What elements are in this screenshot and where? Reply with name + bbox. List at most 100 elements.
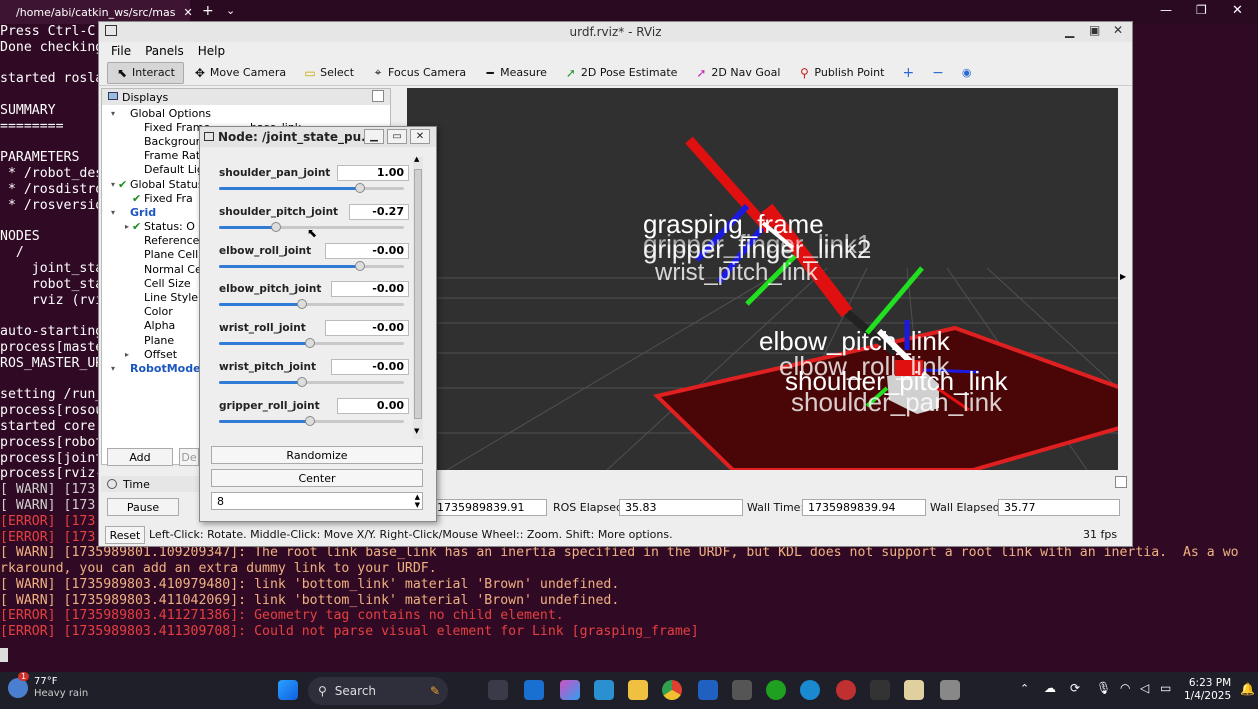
vscode-icon[interactable] <box>698 680 718 700</box>
joint-value-field[interactable]: -0.00 <box>325 242 409 259</box>
maximize-icon[interactable]: ▭ <box>387 129 407 144</box>
tray-chevron-icon[interactable]: ⌃ <box>1020 682 1029 695</box>
chrome-icon[interactable] <box>662 680 682 700</box>
tool-move-camera[interactable]: ✥ Move Camera <box>186 62 294 84</box>
windows-start-icon[interactable] <box>278 680 298 700</box>
terminal-icon[interactable] <box>870 680 890 700</box>
joint-value-field[interactable]: 0.00 <box>337 397 409 414</box>
joint-slider-handle[interactable] <box>304 338 315 349</box>
joint-slider[interactable] <box>219 415 404 426</box>
vscode-alt-icon[interactable] <box>594 680 614 700</box>
wall-elapsed-field[interactable]: 35.77 <box>998 499 1120 516</box>
menu-file[interactable]: File <box>111 44 131 58</box>
joint-slider-handle[interactable] <box>271 221 282 232</box>
copilot-icon[interactable] <box>560 680 580 700</box>
store-icon[interactable] <box>524 680 544 700</box>
add-display-button[interactable]: Add <box>107 448 173 466</box>
joint-slider[interactable] <box>219 299 404 310</box>
expand-arrow-icon[interactable]: ▸ <box>122 350 132 359</box>
joint-count-spinbox[interactable]: 8 ▲ ▼ <box>211 492 423 510</box>
rviz-taskbar-icon[interactable] <box>940 680 960 700</box>
volume-icon[interactable]: ◁ <box>1140 681 1149 695</box>
camera-icon[interactable]: ◉ <box>954 62 980 84</box>
joint-slider[interactable] <box>219 338 404 349</box>
wifi-icon[interactable]: ◠ <box>1120 681 1130 695</box>
reset-button[interactable]: Reset <box>105 526 145 544</box>
minus-icon[interactable]: − <box>924 62 952 84</box>
scroll-thumb[interactable] <box>414 169 422 419</box>
expand-arrow-icon[interactable]: ▾ <box>108 364 118 373</box>
new-tab-icon[interactable]: + <box>202 3 214 19</box>
notification-bell-icon[interactable]: 🔔 <box>1240 682 1255 696</box>
joint-value-field[interactable]: -0.27 <box>349 203 409 220</box>
davinci-icon[interactable] <box>836 680 856 700</box>
spin-arrows-icon[interactable]: ▲ ▼ <box>415 493 420 509</box>
unity-icon[interactable] <box>732 680 752 700</box>
joint-value-field[interactable]: 1.00 <box>337 165 409 181</box>
tool-publish-point[interactable]: ⚲ Publish Point <box>790 62 892 84</box>
joint-list-scrollbar[interactable]: ▲ ▼ <box>413 155 423 439</box>
chevron-down-icon[interactable]: ⌄ <box>226 4 235 17</box>
edge-icon[interactable] <box>800 680 820 700</box>
linux-icon[interactable] <box>904 680 924 700</box>
rviz-titlebar[interactable]: urdf.rviz* - RViz ▁ ▣ ✕ <box>99 22 1132 42</box>
time-undock-icon[interactable] <box>1115 476 1127 488</box>
scroll-up-icon[interactable]: ▲ <box>414 155 419 163</box>
tool-select[interactable]: ▭ Select <box>296 62 362 84</box>
cloud-icon[interactable]: ☁ <box>1044 681 1056 695</box>
xbox-icon[interactable] <box>766 680 786 700</box>
menu-panels[interactable]: Panels <box>145 44 184 58</box>
viewport-expand-icon[interactable]: ▶ <box>1120 272 1126 281</box>
task-view-icon[interactable] <box>488 680 508 700</box>
ros-elapsed-field[interactable]: 35.83 <box>619 499 743 516</box>
weather-widget[interactable]: 1 77°F Heavy rain <box>8 672 88 700</box>
undock-icon[interactable] <box>372 90 384 102</box>
restore-icon[interactable]: ❐ <box>1196 3 1207 17</box>
close-icon[interactable]: ✕ <box>410 129 430 144</box>
scroll-down-icon[interactable]: ▼ <box>414 427 419 435</box>
wall-time-field[interactable]: 1735989839.94 <box>802 499 926 516</box>
taskbar-clock[interactable]: 6:23 PM 1/4/2025 <box>1184 677 1231 703</box>
randomize-button[interactable]: Randomize <box>211 446 423 464</box>
pause-button[interactable]: Pause <box>107 498 179 516</box>
render-viewport[interactable]: grasping_frame gripper_finger_link2 grip… <box>407 88 1118 470</box>
tool-measure[interactable]: ━ Measure <box>476 62 555 84</box>
joint-value-field[interactable]: -0.00 <box>325 320 409 337</box>
ros-time-field[interactable]: 1735989839.91 <box>431 499 547 516</box>
expand-arrow-icon[interactable]: ▾ <box>108 208 118 217</box>
display-tree-item[interactable]: ▾ Global Options <box>102 106 392 120</box>
tool-interact[interactable]: ⬉ Interact <box>107 61 184 84</box>
tool-focus-camera[interactable]: ⌖ Focus Camera <box>364 62 474 84</box>
center-button[interactable]: Center <box>211 469 423 487</box>
joint-slider-handle[interactable] <box>354 260 365 271</box>
joint-slider-handle[interactable] <box>354 183 365 193</box>
tool-2d-nav-goal[interactable]: ➚ 2D Nav Goal <box>687 62 788 84</box>
folder-icon[interactable] <box>628 680 648 700</box>
joint-slider-handle[interactable] <box>297 377 308 387</box>
joint-slider-handle[interactable] <box>297 299 308 310</box>
menu-help[interactable]: Help <box>198 44 225 58</box>
joint-slider[interactable] <box>219 260 404 271</box>
close-icon[interactable]: ✕ <box>1113 23 1123 37</box>
jsp-titlebar[interactable]: Node: /joint_state_pu... ▁ ▭ ✕ <box>200 127 436 147</box>
joint-slider[interactable] <box>219 377 404 387</box>
plus-icon[interactable]: + <box>894 62 922 84</box>
expand-arrow-icon[interactable]: ▾ <box>108 180 118 189</box>
sync-icon[interactable]: ⟳ <box>1070 681 1080 695</box>
expand-arrow-icon[interactable]: ▸ <box>122 222 132 231</box>
mic-icon[interactable]: 🎙 <box>1096 681 1111 695</box>
minimize-icon[interactable]: ▁ <box>1065 24 1074 38</box>
expand-arrow-icon[interactable]: ▾ <box>108 109 118 118</box>
tool-2d-pose-estimate[interactable]: ➚ 2D Pose Estimate <box>557 62 686 84</box>
battery-icon[interactable]: ▭ <box>1160 681 1171 695</box>
close-icon[interactable]: ✕ <box>183 6 192 19</box>
minimize-icon[interactable]: ▁ <box>364 129 384 144</box>
minimize-icon[interactable]: — <box>1160 3 1172 17</box>
joint-slider-handle[interactable] <box>304 415 315 426</box>
taskbar-search[interactable]: ⚲ Search ✎ <box>308 677 448 705</box>
joint-value-field[interactable]: -0.00 <box>331 281 409 298</box>
joint-value-field[interactable]: -0.00 <box>331 359 409 375</box>
maximize-icon[interactable]: ▣ <box>1089 23 1100 37</box>
remove-display-button[interactable]: De <box>179 448 199 466</box>
close-window-icon[interactable]: ✕ <box>1232 3 1243 18</box>
